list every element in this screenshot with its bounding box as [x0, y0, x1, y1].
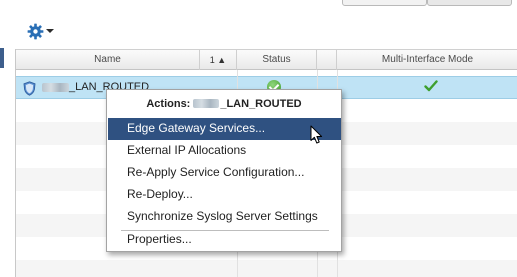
context-menu-title: Actions: _LAN_ROUTED — [107, 90, 341, 117]
context-menu-title-prefix: Actions: — [146, 97, 191, 110]
top-tab-1[interactable] — [342, 0, 427, 6]
redacted-text — [42, 82, 69, 92]
context-menu-title-suffix: _LAN_ROUTED — [220, 97, 302, 110]
column-header-blank[interactable] — [317, 50, 337, 70]
menu-item-edge-gateway-services[interactable]: Edge Gateway Services... — [108, 118, 341, 140]
mouse-pointer-icon — [310, 125, 323, 148]
column-header-name[interactable]: Name — [16, 50, 200, 70]
checkmark-icon — [424, 80, 438, 92]
menu-item-reapply-service-configuration[interactable]: Re-Apply Service Configuration... — [108, 162, 341, 184]
chevron-down-icon — [46, 29, 54, 33]
column-header-status[interactable]: Status — [237, 50, 317, 70]
sort-indicator[interactable]: 1 ▲ — [200, 50, 237, 70]
table-row-empty — [16, 260, 517, 277]
shield-icon — [23, 81, 36, 99]
actions-menu-button[interactable] — [27, 22, 57, 40]
top-tab-strip — [0, 0, 517, 6]
top-tab-2[interactable] — [427, 0, 512, 6]
left-panel-edge — [0, 48, 4, 68]
context-menu: Actions: _LAN_ROUTED Edge Gateway Servic… — [106, 89, 342, 252]
menu-item-external-ip-allocations[interactable]: External IP Allocations — [108, 140, 341, 162]
gear-icon — [27, 23, 44, 40]
grid-header: Name 1 ▲ Status Multi-Interface Mode — [16, 49, 517, 70]
menu-item-properties[interactable]: Properties... — [108, 229, 341, 251]
menu-item-synchronize-syslog[interactable]: Synchronize Syslog Server Settings — [108, 206, 341, 228]
redacted-text — [193, 99, 220, 108]
menu-item-redeploy[interactable]: Re-Deploy... — [108, 184, 341, 206]
column-header-multi-interface-mode[interactable]: Multi-Interface Mode — [337, 50, 517, 70]
